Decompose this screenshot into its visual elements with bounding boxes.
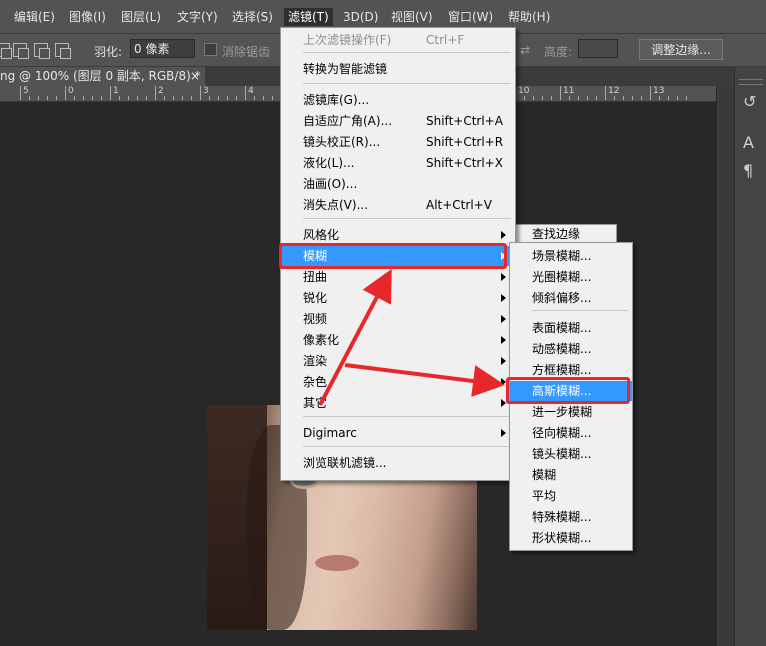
annotation-arrow-to-blur	[318, 268, 392, 406]
annotation-arrows	[318, 268, 505, 406]
annotation-arrow-to-gaussian	[344, 363, 505, 397]
